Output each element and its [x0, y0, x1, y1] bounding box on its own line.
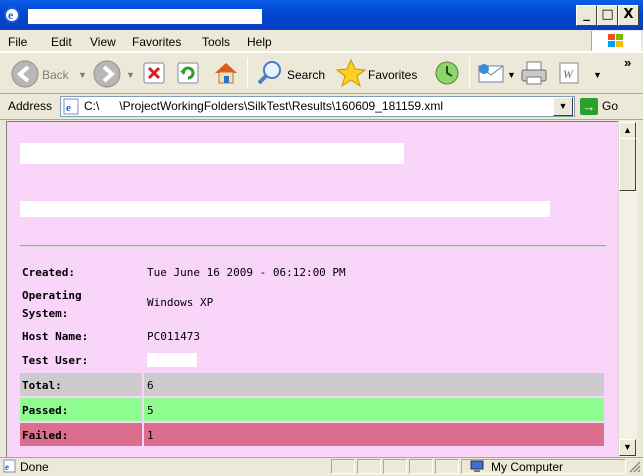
back-button-label[interactable]: Back [42, 67, 69, 83]
report-subtitle-redacted [20, 201, 550, 217]
created-value: Tue June 16 2009 - 06:12:00 PM [147, 266, 346, 279]
forward-arrow-icon[interactable] [92, 59, 122, 89]
host-name-label: Host Name: [22, 330, 89, 343]
mail-icon[interactable] [476, 60, 506, 86]
host-name-value: PC011473 [147, 330, 200, 343]
refresh-icon[interactable] [176, 61, 200, 85]
back-dropdown-icon[interactable]: ▼ [78, 67, 87, 83]
history-icon[interactable] [432, 59, 462, 87]
total-value: 6 [147, 379, 154, 392]
address-value[interactable]: C:\ \ProjectWorkingFolders\SilkTest\Resu… [84, 99, 443, 113]
computer-icon [470, 460, 484, 473]
windows-logo-icon [591, 31, 641, 51]
status-pane [435, 459, 459, 474]
go-arrow-icon[interactable]: → [580, 98, 598, 115]
report-title-redacted [20, 143, 404, 164]
passed-label: Passed: [22, 404, 69, 417]
menu-view[interactable]: View [90, 34, 116, 50]
mail-dropdown-icon[interactable]: ▼ [507, 67, 516, 83]
passed-value-cell [144, 398, 604, 421]
favorites-star-icon[interactable] [335, 58, 367, 88]
svg-text:e: e [66, 102, 71, 114]
header-divider [20, 245, 606, 247]
failed-value-cell [144, 423, 604, 446]
toolbar-separator [469, 58, 470, 88]
svg-text:e: e [5, 462, 9, 472]
status-pane [357, 459, 381, 474]
scroll-down-icon[interactable]: ▼ [619, 439, 636, 456]
forward-dropdown-icon[interactable]: ▼ [126, 67, 135, 83]
search-icon[interactable] [255, 59, 285, 87]
status-pane [331, 459, 355, 474]
edit-dropdown-icon[interactable]: ▼ [593, 67, 602, 83]
resize-grip-icon[interactable] [628, 460, 641, 473]
total-value-cell [144, 373, 604, 396]
toolbar-chevron-icon[interactable]: » [624, 55, 631, 70]
failed-label: Failed: [22, 429, 69, 442]
window-title-redacted [28, 9, 262, 24]
status-pane [383, 459, 407, 474]
page-icon: e [63, 98, 80, 115]
go-button-label[interactable]: Go [602, 99, 618, 113]
scroll-thumb[interactable] [619, 138, 636, 191]
svg-text:e: e [8, 8, 14, 22]
created-label: Created: [22, 266, 75, 279]
print-icon[interactable] [519, 59, 549, 87]
zone-text: My Computer [491, 460, 564, 474]
address-dropdown-icon[interactable]: ▼ [553, 97, 573, 116]
scroll-up-icon[interactable]: ▲ [619, 122, 636, 139]
menu-tools[interactable]: Tools [202, 34, 230, 50]
page-done-icon: e [3, 459, 17, 473]
failed-value: 1 [147, 429, 154, 442]
menu-help[interactable]: Help [247, 34, 272, 50]
test-user-label: Test User: [22, 354, 89, 367]
toolbar-separator [247, 58, 248, 88]
edit-word-icon[interactable]: W [557, 60, 581, 86]
address-label: Address [8, 99, 53, 113]
os-label: Operating System: [22, 289, 82, 320]
svg-text:W: W [563, 67, 574, 81]
total-label: Total: [22, 379, 62, 392]
os-value: Windows XP [147, 296, 214, 309]
menu-edit[interactable]: Edit [51, 34, 72, 50]
menu-favorites[interactable]: Favorites [132, 34, 181, 50]
stop-icon[interactable] [142, 61, 166, 85]
ie-icon[interactable]: e [3, 6, 21, 24]
home-icon[interactable] [212, 59, 240, 87]
favorites-button-label[interactable]: Favorites [368, 67, 417, 83]
search-button-label[interactable]: Search [287, 67, 325, 83]
back-arrow-icon[interactable] [10, 59, 40, 89]
menu-file[interactable]: File [8, 34, 27, 50]
status-pane [409, 459, 433, 474]
passed-value: 5 [147, 404, 154, 417]
close-button[interactable]: X [618, 5, 639, 26]
status-text: Done [20, 460, 49, 474]
test-user-redacted [147, 353, 197, 367]
maximize-button[interactable]: □ [597, 5, 618, 26]
minimize-button[interactable]: _ [576, 5, 597, 26]
